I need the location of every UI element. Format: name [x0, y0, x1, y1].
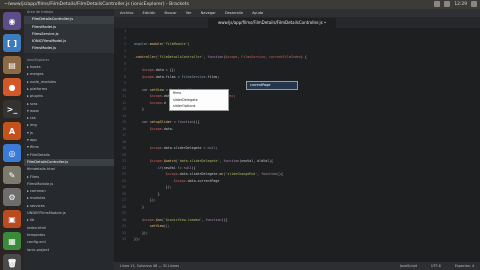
- tree-item[interactable]: UNDEFFilmsModule.js: [24, 210, 114, 217]
- tree-item[interactable]: ▾ films: [24, 144, 114, 151]
- working-file-item[interactable]: FilmsService.js: [24, 30, 114, 39]
- clock[interactable]: 12:29: [454, 2, 467, 7]
- tree-item[interactable]: ▸ scss: [24, 101, 114, 108]
- text-editor-icon[interactable]: ✎: [3, 166, 21, 184]
- status-bar: Línea 11, Columna 48 — 31 Líneas JavaScr…: [114, 262, 480, 270]
- menu-desarrollo[interactable]: Desarrollo: [225, 11, 243, 15]
- language-mode[interactable]: JavaScript: [400, 264, 417, 268]
- code-line: });: [134, 237, 140, 241]
- menu-navegar[interactable]: Navegar: [201, 11, 216, 15]
- files-icon[interactable]: ▤: [3, 56, 21, 74]
- trash-icon[interactable]: 🗑: [3, 254, 21, 270]
- tree-item[interactable]: ▸ css: [24, 115, 114, 122]
- autocomplete-item[interactable]: currentPage: [247, 82, 297, 89]
- volume-icon[interactable]: [444, 1, 451, 7]
- working-files-header: Área de trabajo: [27, 10, 54, 14]
- window-title-bar: ~/www/js/app/films/FilmDetails/FilmDetai…: [0, 0, 480, 9]
- calc-icon[interactable]: ▦: [3, 232, 21, 250]
- tree-item[interactable]: filmdetails.html: [24, 166, 114, 173]
- tree-item[interactable]: ▸ merges: [24, 71, 114, 78]
- line-number-gutter: 1 2 3 4 5 6 7 8 9 10 11 12 13 14 15 16 17 18 19 20 21 22 23 24 2…: [114, 28, 128, 262]
- window-title: ~/www/js/app/films/FilmDetails/FilmDetai…: [4, 2, 190, 7]
- tree-item[interactable]: FilmsModule.js: [24, 181, 114, 188]
- cursor-position: Línea 11, Columna 48 — 31 Líneas: [120, 264, 179, 268]
- system-tray: 12:29: [434, 1, 477, 7]
- code-area[interactable]: angular.module('FilmModule') .controller…: [134, 28, 474, 243]
- power-icon[interactable]: [471, 1, 477, 7]
- settings-icon[interactable]: ⚙: [3, 188, 21, 206]
- working-file-item[interactable]: IONICFilmsModel.js: [24, 38, 114, 46]
- tree-item[interactable]: ▸ hooks: [24, 64, 114, 71]
- indentation[interactable]: Espacios: 4: [455, 264, 474, 268]
- firefox-icon[interactable]: ●: [3, 78, 21, 96]
- brackets-icon[interactable]: [ ]: [3, 34, 21, 52]
- project-sidebar: Área de trabajo FilmDetailsController.js…: [24, 9, 114, 270]
- tree-item[interactable]: ▸ common: [24, 188, 114, 195]
- tree-item[interactable]: ▸ lib: [24, 217, 114, 224]
- tree-item[interactable]: ▸ node_modules: [24, 79, 114, 86]
- menu-ayuda[interactable]: Ayuda: [252, 11, 263, 15]
- menu-edición[interactable]: Edición: [142, 11, 155, 15]
- autocomplete-list[interactable]: films sliderDelegate sliderOptions: [169, 89, 229, 111]
- tree-item[interactable]: ▾ FilmDetails: [24, 152, 114, 159]
- working-file-item[interactable]: FilmsModel.js: [24, 23, 114, 31]
- menu-ver[interactable]: Ver: [186, 11, 192, 15]
- tree-item[interactable]: ▸ platforms: [24, 86, 114, 93]
- tree-item[interactable]: config.xml: [24, 239, 114, 246]
- working-file-item[interactable]: FilmDetailsController.js: [24, 16, 114, 24]
- encoding[interactable]: UTF-8: [431, 264, 441, 268]
- autocomplete-hint-top[interactable]: currentPage: [246, 81, 298, 90]
- autocomplete-item[interactable]: sliderOptions: [170, 103, 228, 110]
- line-number: 33: [122, 237, 126, 241]
- tree-item[interactable]: ▸ plugins: [24, 93, 114, 100]
- network-icon[interactable]: [434, 1, 441, 7]
- tree-item[interactable]: ▸ img: [24, 122, 114, 129]
- terminal-icon[interactable]: >_: [3, 100, 21, 118]
- working-file-item[interactable]: FilmsModel.js: [24, 45, 114, 53]
- tab-active-file[interactable]: www/js/app/films/FilmDetails/FilmDetails…: [208, 18, 337, 28]
- tree-item[interactable]: ▾ app: [24, 137, 114, 144]
- tree-item[interactable]: ▾ www: [24, 108, 114, 115]
- unity-launcher: ◉ [ ] ▤ ● >_ A ◎ ✎ ⚙ ▣ ▦ 🗑: [0, 9, 24, 270]
- tree-item[interactable]: ionic.project: [24, 247, 114, 254]
- ubuntu-dash-icon[interactable]: ◉: [3, 12, 21, 30]
- project-title[interactable]: ionicExplorer: [24, 57, 114, 64]
- tree-item[interactable]: FilmDetailsController.js: [24, 158, 114, 167]
- tree-item[interactable]: ▸ services: [24, 203, 114, 210]
- tree-item[interactable]: ▸ Films: [24, 174, 114, 181]
- menu-buscar[interactable]: Buscar: [164, 11, 176, 15]
- tree-item[interactable]: index.html: [24, 225, 114, 232]
- tree-item[interactable]: ▾ js: [24, 130, 114, 137]
- menu-archivo[interactable]: Archivo: [120, 11, 133, 15]
- software-center-icon[interactable]: A: [3, 122, 21, 140]
- impress-icon[interactable]: ▣: [3, 210, 21, 228]
- tree-item[interactable]: ▸ modules: [24, 195, 114, 202]
- chromium-icon[interactable]: ◎: [3, 144, 21, 162]
- tree-item[interactable]: templates: [24, 232, 114, 239]
- code-editor[interactable]: 1 2 3 4 5 6 7 8 9 10 11 12 13 14 15 16 17 18 19 20 21 22 23 24 2…: [114, 28, 480, 262]
- tab-bar: www/js/app/films/FilmDetails/FilmDetails…: [114, 17, 480, 28]
- menu-bar: Archivo Edición Buscar Ver Navegar Desarrollo…: [114, 9, 480, 17]
